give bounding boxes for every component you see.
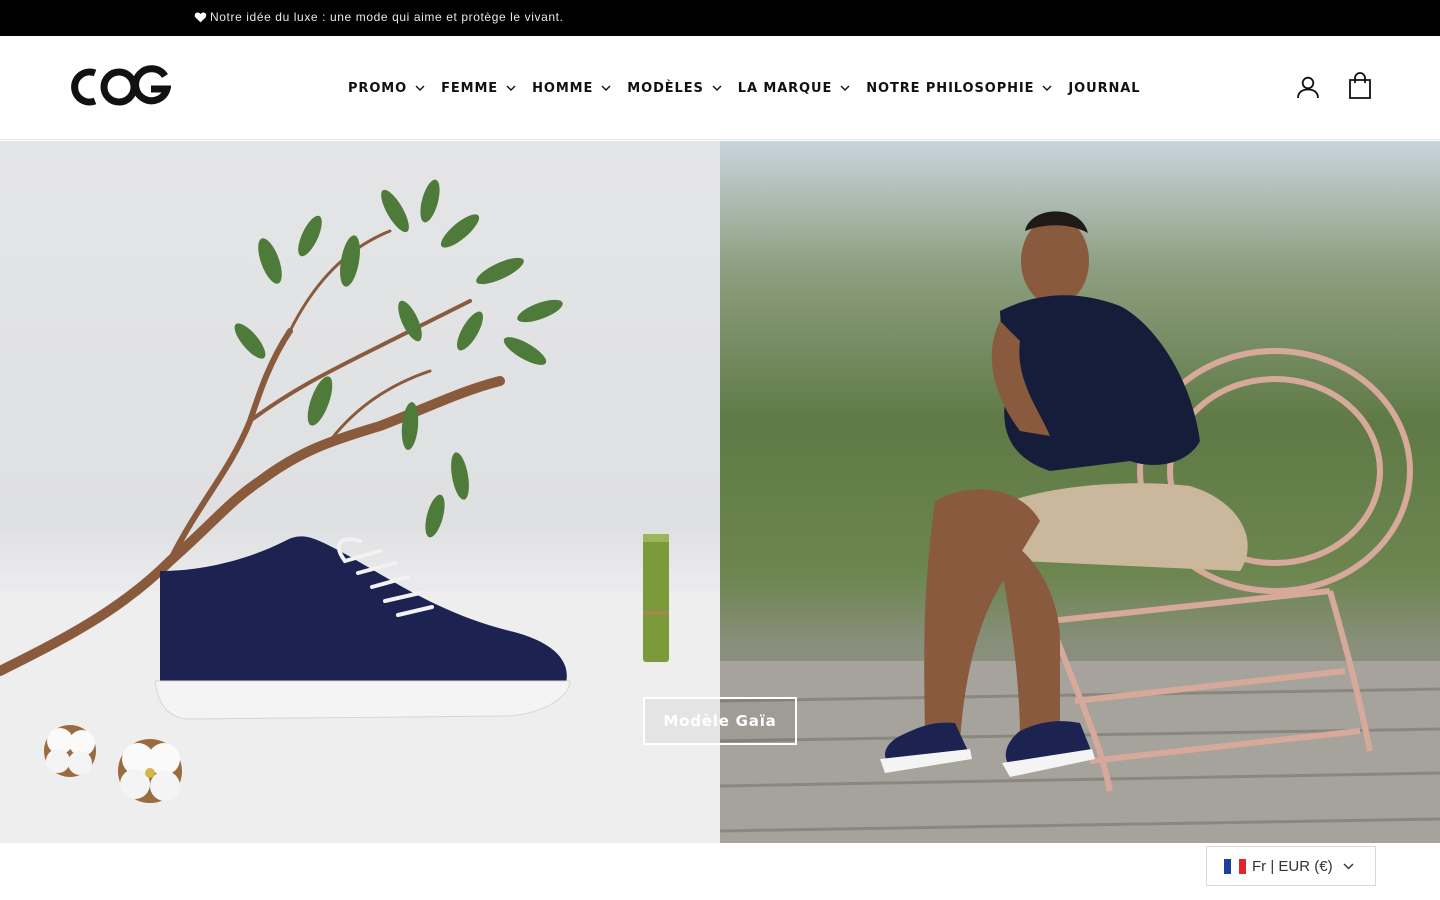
chevron-down-icon	[1343, 863, 1354, 869]
nav-femme-label: FEMME	[441, 80, 499, 96]
nav-homme[interactable]: HOMME	[532, 81, 611, 96]
chevron-down-icon	[840, 85, 850, 91]
nav-notre-philosophie-label: NOTRE PHILOSOPHIE	[866, 80, 1035, 96]
nav-femme[interactable]: FEMME	[441, 81, 516, 96]
nav-promo[interactable]: PROMO	[348, 81, 425, 96]
nav-journal-label: JOURNAL	[1068, 80, 1141, 96]
hero-image-sneaker	[0, 141, 720, 843]
announcement-text: Notre idée du luxe : une mode qui aime e…	[210, 10, 564, 24]
locale-currency-selector[interactable]: Fr | EUR (€)	[1206, 846, 1376, 886]
nav-homme-label: HOMME	[532, 80, 594, 96]
france-flag-icon	[1224, 858, 1246, 874]
cart-icon[interactable]	[1348, 72, 1372, 100]
chevron-down-icon	[506, 85, 516, 91]
sneaker-still-life	[0, 179, 720, 843]
nav-promo-label: PROMO	[348, 80, 408, 96]
heart-icon	[194, 12, 207, 23]
chevron-down-icon	[601, 85, 611, 91]
site-header: PROMO FEMME HOMME MODÈLES LA MARQUE NOTR…	[0, 36, 1440, 140]
nav-notre-philosophie[interactable]: NOTRE PHILOSOPHIE	[866, 81, 1052, 96]
account-icon[interactable]	[1296, 75, 1320, 99]
chevron-down-icon	[712, 85, 722, 91]
cog-logo[interactable]	[70, 65, 171, 109]
model-on-chair-scene	[720, 211, 1440, 843]
announcement-bar: Notre idée du luxe : une mode qui aime e…	[0, 0, 1440, 36]
announcement-content: Notre idée du luxe : une mode qui aime e…	[194, 10, 564, 24]
locale-currency-label: Fr | EUR (€)	[1252, 857, 1333, 875]
chevron-down-icon	[415, 85, 425, 91]
nav-modeles[interactable]: MODÈLES	[627, 81, 722, 96]
nav-modeles-label: MODÈLES	[627, 80, 704, 96]
main-nav: PROMO FEMME HOMME MODÈLES LA MARQUE NOTR…	[348, 36, 1140, 140]
chevron-down-icon	[1042, 85, 1052, 91]
nav-la-marque-label: LA MARQUE	[737, 80, 833, 96]
hero-banner[interactable]: Modèle Gaïa	[0, 141, 1440, 843]
hero-image-model	[720, 141, 1440, 843]
nav-journal[interactable]: JOURNAL	[1068, 81, 1140, 96]
nav-la-marque[interactable]: LA MARQUE	[738, 81, 850, 96]
hero-cta-button[interactable]: Modèle Gaïa	[643, 697, 797, 745]
